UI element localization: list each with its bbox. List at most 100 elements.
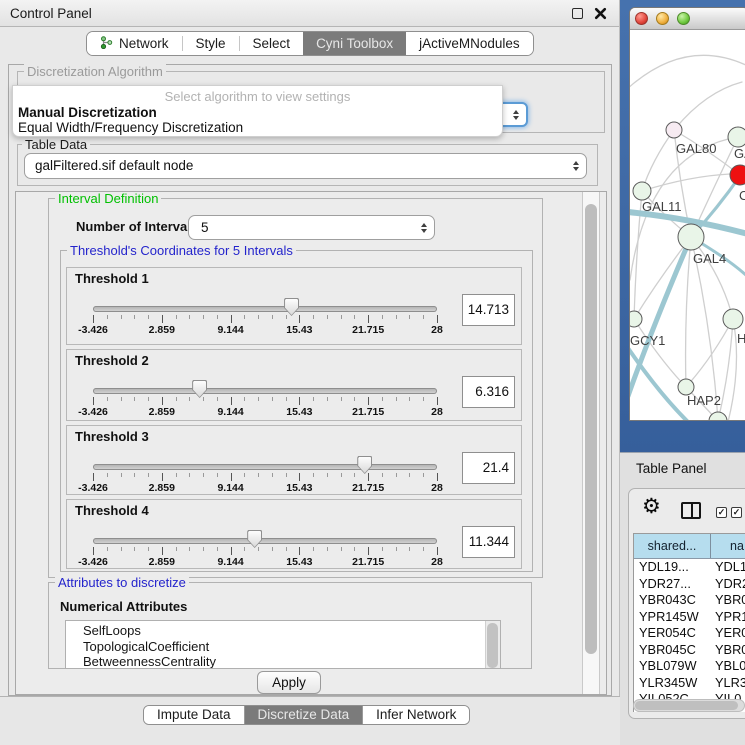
network-window[interactable]: GAL80GACGAL11GAL4GCY1HHAP2 <box>629 7 745 421</box>
network-node[interactable] <box>666 122 682 138</box>
checkbox-icon[interactable]: ✓ <box>716 507 727 518</box>
cell-shared-name[interactable]: YER054C <box>634 625 711 642</box>
settings-vertical-scrollbar[interactable] <box>582 192 600 694</box>
cell-shared-name[interactable]: YBR045C <box>634 642 711 659</box>
cell-shared-name[interactable]: YBL079W <box>634 658 711 675</box>
tab-jactivemnodules[interactable]: jActiveMNodules <box>406 32 533 55</box>
cell-shared-name[interactable]: YDR27... <box>634 576 711 593</box>
attributes-scrollbar[interactable] <box>485 621 500 668</box>
cell-name[interactable]: YBR0 <box>711 642 745 659</box>
table-row[interactable]: YDL19...YDL1 <box>634 559 745 576</box>
number-of-intervals-combobox[interactable]: 5 <box>188 215 435 240</box>
tab-style[interactable]: Style <box>183 32 239 55</box>
tab-select[interactable]: Select <box>240 32 304 55</box>
tick-mark <box>368 315 369 323</box>
settings-scrollbar-thumb[interactable] <box>585 204 597 654</box>
network-edge[interactable] <box>686 237 691 387</box>
tab-infer-network[interactable]: Infer Network <box>363 706 469 724</box>
table-scrollbar-thumb[interactable] <box>635 701 738 710</box>
table-row[interactable]: YLR345WYLR3 <box>634 675 745 692</box>
threshold-slider-thumb[interactable] <box>192 380 207 398</box>
minimize-traffic-light-icon[interactable] <box>656 12 669 25</box>
tab-cyni-toolbox[interactable]: Cyni Toolbox <box>303 32 406 55</box>
cell-name[interactable]: YPR1 <box>711 609 745 626</box>
attribute-list-item[interactable]: BetweennessCentrality <box>66 654 500 669</box>
thresholds-group: Threshold's Coordinates for 5 Intervals … <box>60 250 533 572</box>
table-row[interactable]: YPR145WYPR1 <box>634 609 745 626</box>
network-edge[interactable] <box>686 319 733 387</box>
threshold-slider-thumb[interactable] <box>284 298 299 316</box>
threshold-value-field[interactable]: 11.344 <box>462 526 515 558</box>
zoom-traffic-light-icon[interactable] <box>677 12 690 25</box>
table-horizontal-scrollbar[interactable] <box>633 699 745 712</box>
cell-name[interactable]: YDR2 <box>711 576 745 593</box>
scale-label: 2.859 <box>149 324 175 336</box>
apply-button[interactable]: Apply <box>257 671 321 694</box>
network-node[interactable] <box>630 311 642 327</box>
tick-mark <box>148 397 149 401</box>
network-node-selected[interactable] <box>730 165 745 185</box>
network-canvas[interactable]: GAL80GACGAL11GAL4GCY1HHAP2 <box>630 30 745 421</box>
gear-icon[interactable]: ⚙ <box>642 494 661 520</box>
column-header-shared-name[interactable]: shared... <box>634 534 711 558</box>
table-row[interactable]: YER054CYER0 <box>634 625 745 642</box>
cell-shared-name[interactable]: YPR145W <box>634 609 711 626</box>
table-data-combobox[interactable]: galFiltered.sif default node <box>24 153 587 179</box>
cell-name[interactable]: YBR0 <box>711 592 745 609</box>
attribute-list-item[interactable]: TopologicalCoefficient <box>66 639 500 655</box>
cell-name[interactable]: YLR3 <box>711 675 745 692</box>
network-node[interactable] <box>728 127 745 147</box>
tick-mark <box>162 547 163 555</box>
tick-mark <box>313 473 314 477</box>
dropdown-prompt-option[interactable]: Select algorithm to view settings <box>13 89 502 104</box>
network-edge[interactable] <box>642 130 674 191</box>
threshold-slider-track[interactable] <box>93 538 437 544</box>
tick-mark <box>244 315 245 319</box>
checkbox-icon[interactable]: ✓ <box>731 507 742 518</box>
network-node[interactable] <box>633 182 651 200</box>
network-edge[interactable] <box>674 82 742 130</box>
close-traffic-light-icon[interactable] <box>635 12 648 25</box>
tick-mark <box>341 473 342 477</box>
split-pane-icon[interactable] <box>681 502 701 519</box>
network-node[interactable] <box>678 224 704 250</box>
threshold-label: Threshold 3 <box>75 429 149 444</box>
threshold-value-field[interactable]: 6.316 <box>462 376 515 408</box>
table-row[interactable]: YBR045CYBR0 <box>634 642 745 659</box>
close-icon[interactable] <box>594 7 607 20</box>
numerical-attributes-list[interactable]: SelfLoopsTopologicalCoefficientBetweenne… <box>65 620 501 669</box>
tab-discretize-data[interactable]: Discretize Data <box>245 706 363 724</box>
cell-shared-name[interactable]: YBR043C <box>634 592 711 609</box>
tick-mark <box>382 315 383 319</box>
attributes-scrollbar-thumb[interactable] <box>487 623 498 668</box>
dropdown-option[interactable]: Manual Discretization <box>18 105 157 120</box>
scale-label: 28 <box>431 556 443 568</box>
threshold-value-field[interactable]: 21.4 <box>462 452 515 484</box>
dropdown-option[interactable]: Equal Width/Frequency Discretization <box>18 120 243 135</box>
cell-name[interactable]: YER0 <box>711 625 745 642</box>
network-node[interactable] <box>723 309 743 329</box>
cell-name[interactable]: YDL1 <box>711 559 745 576</box>
network-edge[interactable] <box>630 55 745 90</box>
threshold-slider-thumb[interactable] <box>247 530 262 548</box>
threshold-slider-thumb[interactable] <box>357 456 372 474</box>
column-header-name[interactable]: na <box>711 534 745 558</box>
table-row[interactable]: YBL079WYBL0 <box>634 658 745 675</box>
threshold-value-field[interactable]: 14.713 <box>462 294 515 326</box>
threshold-slider-track[interactable] <box>93 306 437 312</box>
threshold-slider-track[interactable] <box>93 388 437 394</box>
tab-impute-data[interactable]: Impute Data <box>144 706 244 724</box>
thumb-face <box>193 381 206 397</box>
attribute-list-item[interactable]: SelfLoops <box>66 623 500 639</box>
float-window-icon[interactable] <box>572 8 583 19</box>
cell-shared-name[interactable]: YDL19... <box>634 559 711 576</box>
tab-network[interactable]: Network <box>87 32 182 55</box>
cell-shared-name[interactable]: YLR345W <box>634 675 711 692</box>
table-row[interactable]: YDR27...YDR2 <box>634 576 745 593</box>
table-row[interactable]: YBR043CYBR0 <box>634 592 745 609</box>
threshold-slider-track[interactable] <box>93 464 437 470</box>
cell-name[interactable]: YBL0 <box>711 658 745 675</box>
tick-mark <box>107 397 108 401</box>
tick-mark <box>313 397 314 401</box>
threshold-box: Threshold 2-3.4262.8599.14415.4321.71528… <box>66 349 522 421</box>
